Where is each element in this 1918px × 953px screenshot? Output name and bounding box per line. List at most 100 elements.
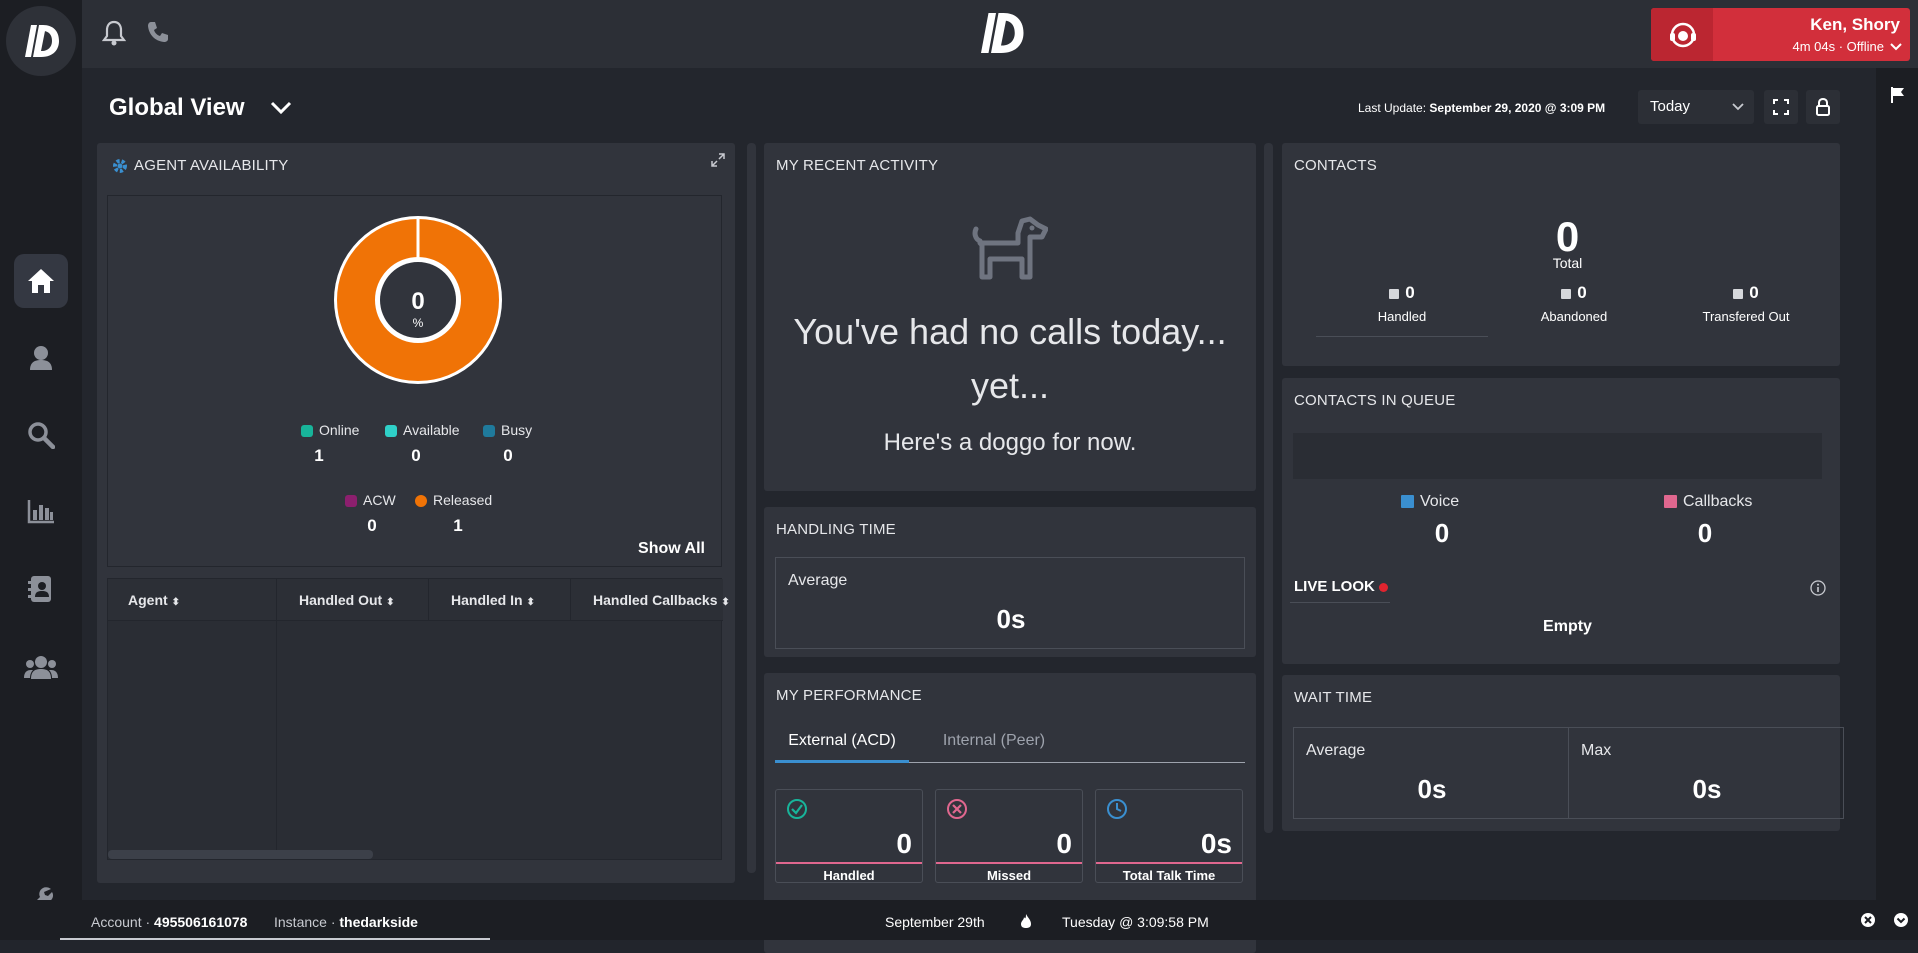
- no-calls-message: You've had no calls today...: [793, 311, 1227, 352]
- bar-chart-icon: [27, 500, 54, 524]
- right-column-scrollbar[interactable]: [1264, 143, 1273, 833]
- handling-average-box: Average 0s: [775, 557, 1245, 649]
- lock-button[interactable]: [1806, 90, 1840, 124]
- left-sidebar: [0, 0, 82, 940]
- perf-talk-time-label: Total Talk Time: [1122, 868, 1216, 883]
- legend-acw-value: 0: [367, 516, 377, 535]
- sort-icon: ⬍: [171, 597, 180, 608]
- column-header-agent[interactable]: Agent ⬍: [128, 579, 180, 621]
- legend-online: Online: [301, 422, 359, 438]
- available-dot: [385, 425, 397, 438]
- perf-talk-time-value: 0s: [1200, 828, 1232, 859]
- tab-external-acd[interactable]: External (ACD): [775, 723, 909, 763]
- fullscreen-button[interactable]: [1764, 90, 1798, 124]
- callbacks-square-icon: [1664, 495, 1677, 509]
- chevron-down-circle-icon[interactable]: [1893, 912, 1909, 928]
- column-header-handled-callbacks[interactable]: Handled Callbacks ⬍: [593, 579, 730, 621]
- info-icon[interactable]: [1810, 580, 1826, 596]
- live-indicator-dot: [1379, 582, 1389, 592]
- agent-table: Agent ⬍ Handled Out ⬍ Handled In ⬍ Handl…: [107, 578, 730, 860]
- chevron-down-icon: [1732, 103, 1744, 111]
- legend-available: Available: [385, 422, 460, 438]
- sort-icon: ⬍: [526, 597, 535, 608]
- wait-average-box: Average 0s: [1293, 727, 1569, 819]
- agent-status-text: 4m 04s · Offline: [1792, 39, 1884, 54]
- handling-time-panel: HANDLING TIME Average 0s: [764, 507, 1256, 657]
- column-header-handled-out[interactable]: Handled Out ⬍: [299, 579, 395, 621]
- recent-activity-panel: MY RECENT ACTIVITY You've had no calls t…: [764, 143, 1256, 491]
- agent-headset-box: [1651, 8, 1713, 61]
- agent-status-box[interactable]: Ken, Shory 4m 04s · Offline: [1651, 8, 1910, 61]
- contacts-transfered-out: 0 Transfered Out: [1702, 283, 1790, 324]
- busy-dot: [483, 425, 495, 438]
- handling-average-value: 0s: [996, 604, 1026, 634]
- flag-icon[interactable]: [1890, 86, 1906, 104]
- legend-online-value: 1: [314, 446, 324, 465]
- square-icon: [1561, 288, 1572, 299]
- contacts-title: CONTACTS: [1294, 157, 1377, 174]
- released-dot: [415, 495, 427, 508]
- footer-account: Account · 495506161078: [91, 914, 248, 930]
- contacts-in-queue-title: CONTACTS IN QUEUE: [1294, 392, 1456, 409]
- perf-handled-label: Handled: [823, 868, 875, 883]
- recent-activity-title: MY RECENT ACTIVITY: [776, 157, 939, 174]
- perf-card-talk-time: 0s Total Talk Time: [1095, 789, 1243, 883]
- nav-home[interactable]: [14, 254, 68, 308]
- last-update-label: Last Update:: [1358, 101, 1427, 115]
- column-scrollbar[interactable]: [747, 143, 756, 873]
- column-header-handled-in[interactable]: Handled In ⬍: [451, 579, 535, 621]
- check-circle-icon: [787, 799, 807, 819]
- agent-headset-icon: [30, 346, 52, 370]
- phone-icon[interactable]: [146, 20, 170, 49]
- queue-callbacks: Callbacks: [1664, 493, 1752, 511]
- center-logo-icon: [976, 8, 1026, 63]
- square-icon: [1389, 288, 1400, 299]
- table-scrollbar[interactable]: [108, 850, 373, 859]
- headset-icon: [1670, 22, 1696, 48]
- range-select[interactable]: Today: [1638, 90, 1754, 124]
- perf-card-missed: 0 Missed: [935, 789, 1083, 883]
- queue-bar: [1293, 433, 1822, 479]
- clock-icon: [1107, 799, 1127, 819]
- address-book-icon: [28, 576, 51, 602]
- range-select-value: Today: [1650, 98, 1691, 115]
- perf-handled-value: 0: [896, 828, 912, 859]
- donut-unit: %: [412, 316, 424, 330]
- handling-time-title: HANDLING TIME: [776, 521, 896, 538]
- nav-search[interactable]: [14, 408, 68, 462]
- contacts-abandoned: 0 Abandoned: [1540, 283, 1608, 324]
- nav-reports[interactable]: [14, 484, 68, 538]
- nav-contacts[interactable]: [14, 562, 68, 616]
- expand-icon[interactable]: [711, 153, 725, 167]
- footer-instance: Instance · thedarkside: [274, 914, 418, 930]
- gear-icon[interactable]: [112, 158, 128, 174]
- availability-chart-box: 0 % Online 1 Available 0 Busy 0 ACW 0 Re…: [107, 195, 722, 567]
- sort-icon: ⬍: [721, 597, 730, 608]
- donut-value: 0: [411, 288, 425, 315]
- wait-average-value: 0s: [1417, 774, 1447, 804]
- nav-agent[interactable]: [14, 330, 68, 384]
- live-look-value: Empty: [1543, 618, 1592, 635]
- close-circle-icon[interactable]: [1860, 912, 1876, 928]
- page-title[interactable]: Global View: [109, 94, 245, 122]
- tab-internal-peer[interactable]: Internal (Peer): [909, 723, 1079, 763]
- search-icon: [28, 422, 55, 449]
- footer-date: September 29th: [885, 914, 985, 930]
- voice-square-icon: [1401, 495, 1414, 509]
- perf-missed-value: 0: [1056, 828, 1072, 859]
- wait-max-label: Max: [1581, 742, 1612, 759]
- show-all-link[interactable]: Show All: [638, 540, 705, 558]
- contacts-total-value: 0: [1555, 213, 1580, 260]
- chevron-down-icon[interactable]: [270, 101, 292, 115]
- sort-icon: ⬍: [386, 597, 395, 608]
- home-icon: [28, 269, 54, 293]
- legend-busy-value: 0: [503, 446, 513, 465]
- bell-icon[interactable]: [101, 20, 127, 51]
- nav-teams[interactable]: [14, 640, 68, 694]
- legend-available-value: 0: [411, 446, 421, 465]
- contacts-panel: CONTACTS 0 Total 0 Handled 0 Abandoned 0…: [1282, 143, 1840, 366]
- app-logo[interactable]: [6, 6, 76, 76]
- wait-time-panel: WAIT TIME Average 0s Max 0s: [1282, 675, 1844, 831]
- main-content: Global View Last Update: September 29, 2…: [82, 68, 1876, 953]
- perf-missed-label: Missed: [986, 868, 1032, 883]
